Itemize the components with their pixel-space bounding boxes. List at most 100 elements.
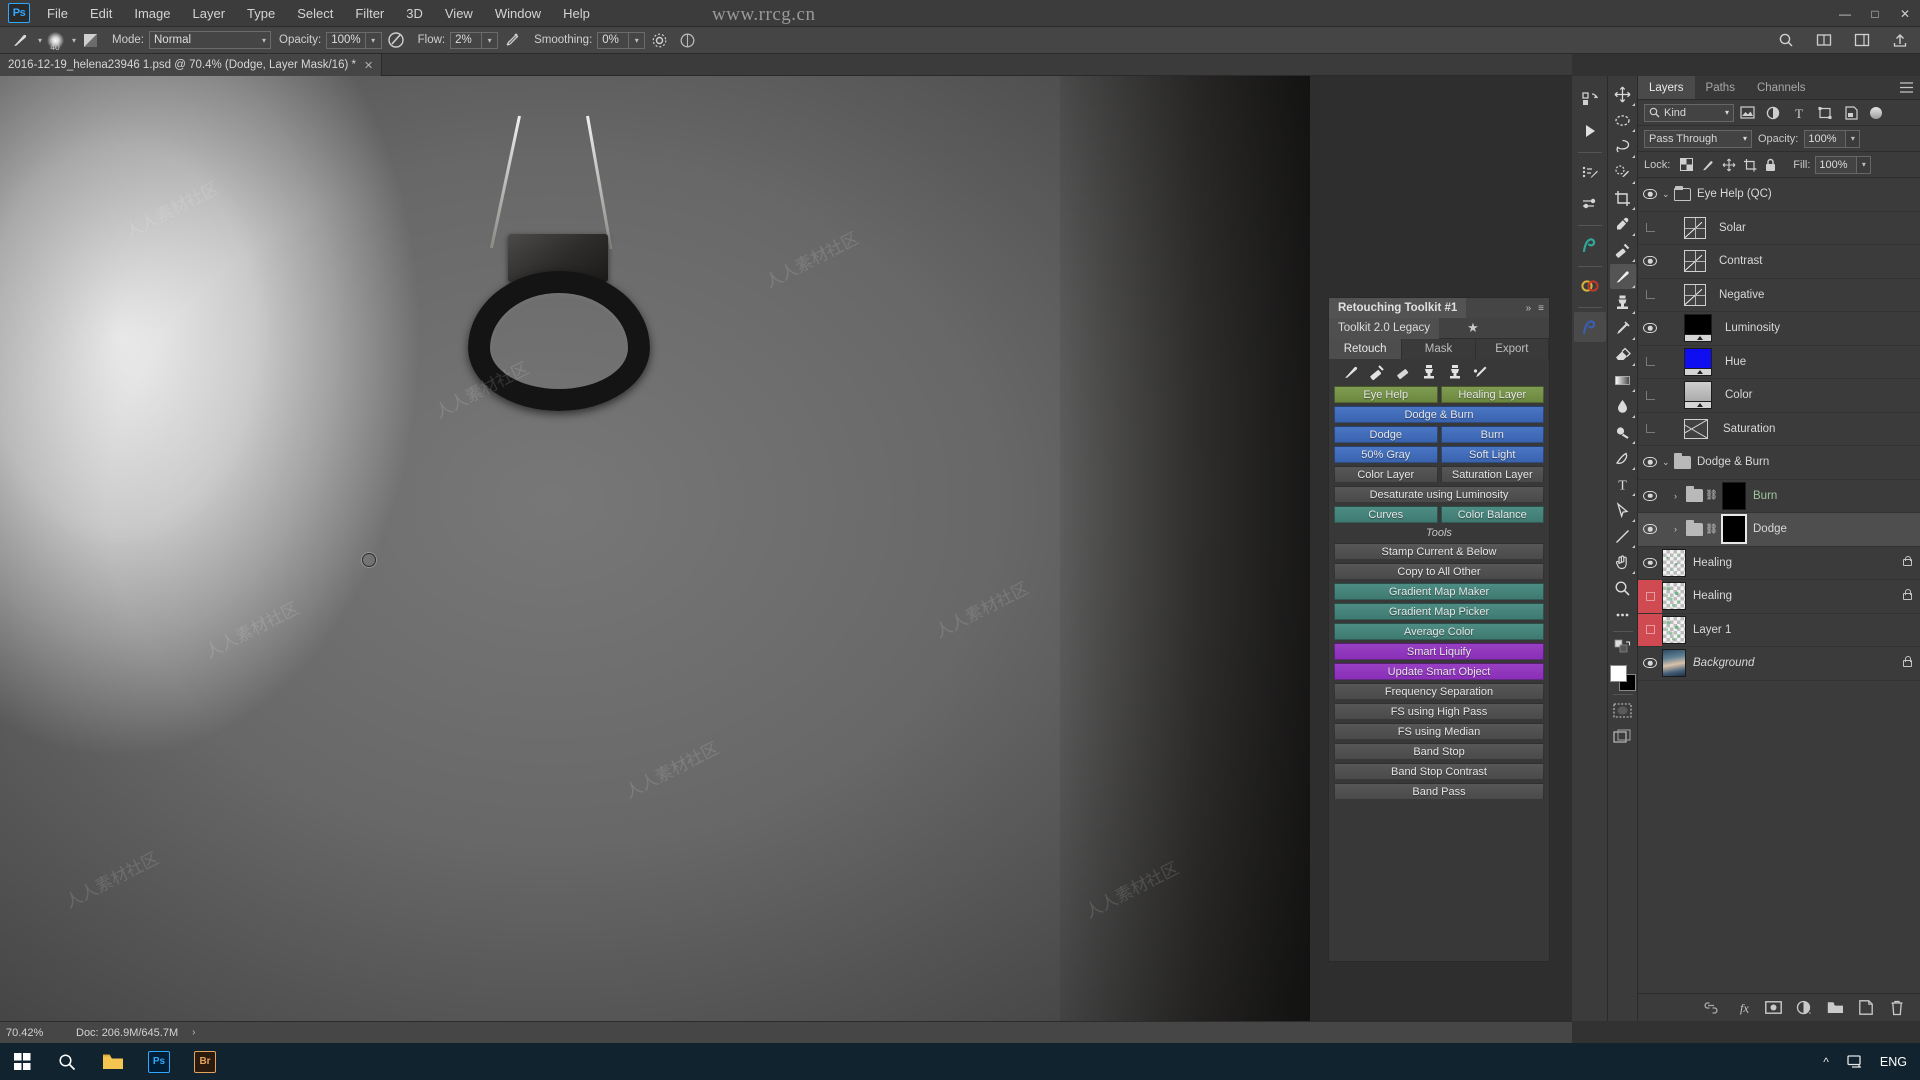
flow-value[interactable]: 2% — [450, 31, 483, 49]
layer-mask-thumbnail[interactable] — [1722, 481, 1746, 510]
table-row[interactable]: Contrast — [1638, 245, 1920, 279]
brush-tool[interactable] — [1609, 264, 1636, 289]
chevron-right-icon[interactable]: › — [1674, 491, 1686, 501]
table-row[interactable]: Saturation — [1638, 413, 1920, 446]
smart-liquify-button[interactable]: Smart Liquify — [1334, 643, 1544, 660]
maximize-button[interactable]: □ — [1860, 0, 1890, 27]
table-row[interactable]: Background — [1638, 647, 1920, 681]
smoothing-value[interactable]: 0% — [597, 31, 630, 49]
healing-brush-icon[interactable] — [1365, 362, 1389, 383]
edit-toolbar-tool[interactable] — [1610, 602, 1636, 627]
retouching-toolkit-panel[interactable]: Retouching Toolkit #1 » ≡ Toolkit 2.0 Le… — [1328, 297, 1550, 962]
filter-toggle[interactable] — [1870, 106, 1882, 119]
menu-edit[interactable]: Edit — [79, 2, 123, 25]
panel-menu-icon[interactable]: ≡ — [1538, 303, 1544, 314]
table-row[interactable]: Hue — [1638, 346, 1920, 379]
stamp-icon[interactable] — [1443, 362, 1467, 383]
tab-mask[interactable]: Mask — [1402, 339, 1476, 359]
panel-menu-icon[interactable] — [1900, 82, 1913, 93]
lock-position-icon[interactable] — [1718, 155, 1739, 175]
tab-retouch[interactable]: Retouch — [1329, 339, 1403, 359]
fs-using-median-button[interactable]: FS using Median — [1334, 723, 1544, 740]
layer-visibility-toggle[interactable] — [1638, 379, 1662, 412]
zoom-tool[interactable] — [1610, 576, 1636, 601]
search-icon[interactable] — [1775, 29, 1797, 51]
curves-button[interactable]: Curves — [1334, 506, 1438, 523]
actions-play-icon[interactable] — [1574, 116, 1606, 146]
healing-layer-button[interactable]: Healing Layer — [1440, 386, 1544, 403]
table-row[interactable]: Healing — [1638, 580, 1920, 614]
delete-layer-icon[interactable] — [1888, 999, 1906, 1017]
layer-visibility-toggle[interactable] — [1638, 513, 1662, 546]
fifty-percent-gray-button[interactable]: 50% Gray — [1334, 446, 1438, 463]
airbrush-icon[interactable] — [501, 29, 523, 51]
layer-thumbnail[interactable] — [1662, 649, 1686, 678]
gradient-map-maker-button[interactable]: Gradient Map Maker — [1334, 583, 1544, 600]
color-balance-button[interactable]: Color Balance — [1440, 506, 1544, 523]
blend-mode-select[interactable]: Normal ▾ — [149, 31, 271, 49]
network-icon[interactable] — [1838, 1054, 1874, 1069]
lock-transparent-pixels-icon[interactable] — [1676, 155, 1697, 175]
patch-icon[interactable] — [1391, 362, 1415, 383]
add-layer-mask-icon[interactable] — [1764, 999, 1782, 1017]
menu-image[interactable]: Image — [123, 2, 181, 25]
new-layer-icon[interactable] — [1857, 999, 1875, 1017]
smoothing-chevron-down-icon[interactable]: ▾ — [629, 31, 646, 49]
path-selection-tool[interactable] — [1610, 498, 1636, 523]
layer-visibility-toggle[interactable] — [1638, 346, 1662, 379]
bridge-taskbar-icon[interactable]: Br — [182, 1043, 228, 1080]
table-row[interactable]: ⌄ Dodge & Burn — [1638, 446, 1920, 480]
toolkit-blue-icon[interactable] — [1573, 312, 1606, 342]
table-row[interactable]: › ⛓ Dodge — [1638, 513, 1920, 547]
menu-select[interactable]: Select — [286, 2, 344, 25]
search-icon[interactable] — [44, 1043, 90, 1080]
pixel-filter-icon[interactable] — [1734, 103, 1760, 123]
layer-opacity-control[interactable]: 100% ▾ — [1804, 129, 1861, 148]
type-tool[interactable]: T — [1610, 472, 1636, 497]
lock-image-pixels-icon[interactable] — [1697, 155, 1718, 175]
toolkit-teal-icon[interactable] — [1574, 230, 1606, 260]
menu-3d[interactable]: 3D — [395, 2, 434, 25]
layer-thumbnail[interactable] — [1662, 548, 1686, 577]
layer-thumbnail[interactable] — [1662, 582, 1686, 611]
brush-settings-icon[interactable] — [1574, 157, 1606, 187]
crop-tool[interactable] — [1610, 186, 1636, 211]
menu-view[interactable]: View — [434, 2, 484, 25]
foreground-background-color[interactable] — [1609, 665, 1636, 691]
clone-stamp-tool[interactable] — [1610, 290, 1636, 315]
update-smart-object-button[interactable]: Update Smart Object — [1334, 663, 1544, 680]
tab-paths[interactable]: Paths — [1695, 76, 1746, 99]
flow-control[interactable]: 2% ▾ — [450, 31, 499, 49]
line-tool[interactable] — [1610, 524, 1636, 549]
saturation-layer-button[interactable]: Saturation Layer — [1440, 466, 1544, 483]
hand-tool[interactable] — [1610, 550, 1636, 575]
new-group-icon[interactable] — [1826, 999, 1844, 1017]
toolkit-title[interactable]: Retouching Toolkit #1 — [1329, 298, 1467, 318]
layer-opacity-value[interactable]: 100% — [1804, 129, 1847, 148]
burn-button[interactable]: Burn — [1440, 426, 1544, 443]
menu-type[interactable]: Type — [236, 2, 286, 25]
opacity-value[interactable]: 100% — [326, 31, 366, 49]
move-tool[interactable] — [1610, 82, 1636, 107]
symmetry-icon[interactable] — [676, 29, 698, 51]
dodge-and-burn-button[interactable]: Dodge & Burn — [1334, 406, 1544, 423]
history-icon[interactable] — [1574, 84, 1606, 114]
layer-visibility-toggle[interactable] — [1638, 614, 1662, 647]
menu-file[interactable]: File — [36, 2, 79, 25]
history-brush-tool[interactable] — [1610, 316, 1636, 341]
fs-using-high-pass-button[interactable]: FS using High Pass — [1334, 703, 1544, 720]
smoothing-options-icon[interactable] — [648, 29, 670, 51]
layers-list[interactable]: ⌄ Eye Help (QC) Solar Contrast Negative … — [1638, 178, 1920, 993]
pen-tool[interactable] — [1610, 446, 1636, 471]
clone-stamp-icon[interactable] — [1417, 362, 1441, 383]
table-row[interactable]: ⌄ Eye Help (QC) — [1638, 178, 1920, 212]
chevron-right-icon[interactable]: › — [1674, 524, 1686, 534]
healing-brush-tool[interactable] — [1610, 238, 1636, 263]
layer-visibility-toggle[interactable] — [1638, 547, 1662, 580]
brush-presets-icon[interactable] — [1574, 189, 1606, 219]
average-color-button[interactable]: Average Color — [1334, 623, 1544, 640]
brush-size-caret[interactable]: ▾ — [72, 36, 76, 45]
layer-visibility-toggle[interactable] — [1638, 245, 1662, 278]
filter-kind-select[interactable]: Kind ▾ — [1644, 103, 1734, 122]
close-icon[interactable]: ✕ — [364, 59, 373, 72]
